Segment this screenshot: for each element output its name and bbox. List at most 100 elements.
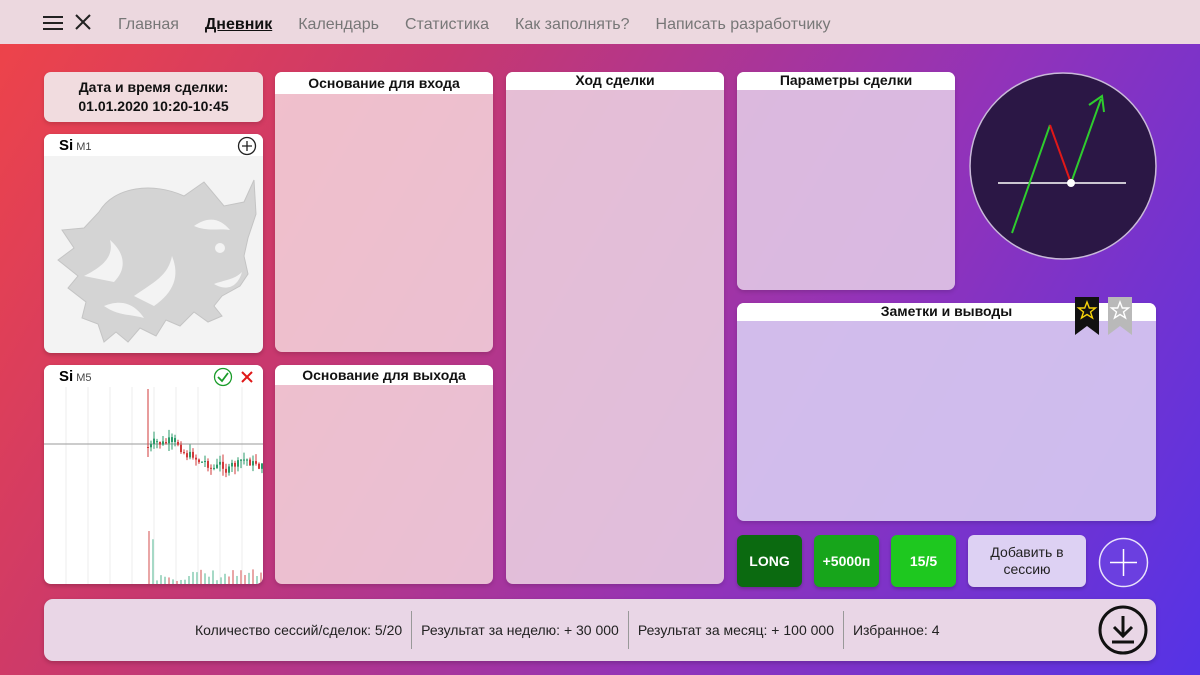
volume-bar xyxy=(212,570,214,584)
candle-body xyxy=(246,459,248,461)
plus-circle-icon[interactable] xyxy=(237,136,257,156)
hamburger-menu-icon[interactable] xyxy=(43,16,63,30)
candle-body xyxy=(183,452,185,454)
deal-params-panel[interactable]: Параметры сделки xyxy=(737,72,955,290)
candle-body xyxy=(162,441,164,445)
candle-body xyxy=(219,461,221,465)
volume-bar xyxy=(188,576,190,584)
candle-body xyxy=(216,464,218,468)
main-nav: Главная Дневник Календарь Статистика Как… xyxy=(118,16,856,34)
candle-body xyxy=(252,461,254,466)
exit-reason-title: Основание для выхода xyxy=(275,365,493,385)
candle-body xyxy=(168,437,170,444)
candle-body xyxy=(180,444,182,453)
close-icon[interactable] xyxy=(74,12,92,32)
chart-m5-header: Si M5 xyxy=(44,365,263,387)
nav-statistics[interactable]: Статистика xyxy=(405,16,489,34)
candle-body xyxy=(192,451,194,458)
deal-progress-panel[interactable]: Ход сделки xyxy=(506,72,724,584)
candle-body xyxy=(222,461,224,469)
candle-body xyxy=(234,462,236,467)
volume-bar xyxy=(228,576,230,584)
chart-m1-timeframe: M1 xyxy=(76,141,92,153)
notes-panel[interactable]: Заметки и выводы xyxy=(737,303,1156,521)
deal-datetime-box[interactable]: Дата и время сделки: 01.01.2020 10:20-10… xyxy=(44,72,263,122)
deal-date-value: 01.01.2020 10:20-10:45 xyxy=(78,98,229,114)
candle-body xyxy=(243,459,245,461)
top-navigation-bar: Главная Дневник Календарь Статистика Как… xyxy=(0,0,1200,44)
volume-bar xyxy=(180,579,182,584)
star-bookmark-icon[interactable] xyxy=(1108,297,1132,335)
chart-card-m1[interactable]: Si M1 xyxy=(44,134,263,353)
add-circle-icon[interactable] xyxy=(1098,537,1149,588)
candle-body xyxy=(213,467,215,469)
nav-diary[interactable]: Дневник xyxy=(205,16,272,34)
favorite-star-bookmark-icon[interactable] xyxy=(1075,297,1099,335)
volume-bar xyxy=(156,580,158,584)
volume-bar xyxy=(240,570,242,584)
candle-body xyxy=(207,461,209,468)
ratio-button[interactable]: 15/5 xyxy=(891,535,956,587)
entry-reason-title: Основание для входа xyxy=(275,72,493,94)
volume-bar xyxy=(160,575,162,584)
volume-bar xyxy=(244,575,246,584)
month-result: Результат за месяц: + 100 000 xyxy=(637,622,834,638)
candle-body xyxy=(204,461,206,463)
candle-body xyxy=(225,468,227,473)
result-points-button[interactable]: +5000п xyxy=(814,535,879,587)
candle-body xyxy=(177,442,179,445)
volume-bar xyxy=(164,576,166,584)
candle-body xyxy=(171,437,173,442)
add-to-session-label: Добавить в сессию xyxy=(990,544,1064,577)
chart-m5-timeframe: M5 xyxy=(76,372,92,384)
bull-logo-placeholder xyxy=(57,179,257,343)
candle-body xyxy=(231,462,233,467)
volume-bar xyxy=(200,569,202,584)
volume-bar xyxy=(184,579,186,584)
candle-body xyxy=(186,453,188,458)
entry-reason-panel[interactable]: Основание для входа xyxy=(275,72,493,352)
exit-reason-panel[interactable]: Основание для выхода xyxy=(275,365,493,584)
volume-bar xyxy=(224,573,226,584)
chart-m1-header: Si M1 xyxy=(44,134,263,156)
volume-bar xyxy=(152,539,154,584)
candle-body xyxy=(198,459,200,463)
nav-how-to-fill[interactable]: Как заполнять? xyxy=(515,16,630,34)
volume-bar xyxy=(168,577,170,584)
candle-body xyxy=(240,459,242,461)
add-to-session-button[interactable]: Добавить в сессию xyxy=(968,535,1086,587)
deal-progress-title: Ход сделки xyxy=(506,72,724,90)
candle-body xyxy=(174,438,176,442)
candle-body xyxy=(261,463,263,469)
volume-bar xyxy=(172,579,174,584)
favorites-count: Избранное: 4 xyxy=(852,622,940,638)
candle-body xyxy=(237,460,239,467)
direction-long-button[interactable]: LONG xyxy=(737,535,802,587)
chart-card-m5[interactable]: Si M5 xyxy=(44,365,263,584)
volume-bar xyxy=(176,580,178,584)
volume-bar xyxy=(232,570,234,584)
chart-m1-ticker: Si xyxy=(59,137,74,154)
nav-calendar[interactable]: Календарь xyxy=(298,16,379,34)
nav-home[interactable]: Главная xyxy=(118,16,179,34)
volume-bar xyxy=(256,576,258,584)
close-red-icon[interactable] xyxy=(241,371,253,383)
sessions-count: Количество сессий/сделок: 5/20 xyxy=(195,622,403,638)
candle-body xyxy=(153,438,155,445)
week-result: Результат за неделю: + 30 000 xyxy=(421,622,619,638)
candle-body xyxy=(165,442,167,444)
check-circle-icon[interactable] xyxy=(213,367,233,387)
summary-footer: Количество сессий/сделок: 5/20 Результат… xyxy=(44,599,1156,661)
volume-bar xyxy=(252,569,254,584)
download-icon[interactable] xyxy=(1098,605,1148,655)
candle-body xyxy=(201,461,203,463)
candle-body xyxy=(228,466,230,473)
chart-m5-ticker: Si xyxy=(59,368,74,385)
candle-body xyxy=(195,457,197,460)
candle-body xyxy=(150,444,152,448)
volume-bar xyxy=(192,571,194,584)
nav-contact-developer[interactable]: Написать разработчику xyxy=(656,16,831,34)
candle-body xyxy=(258,463,260,469)
volume-bar xyxy=(148,531,150,584)
candle-body xyxy=(189,451,191,458)
